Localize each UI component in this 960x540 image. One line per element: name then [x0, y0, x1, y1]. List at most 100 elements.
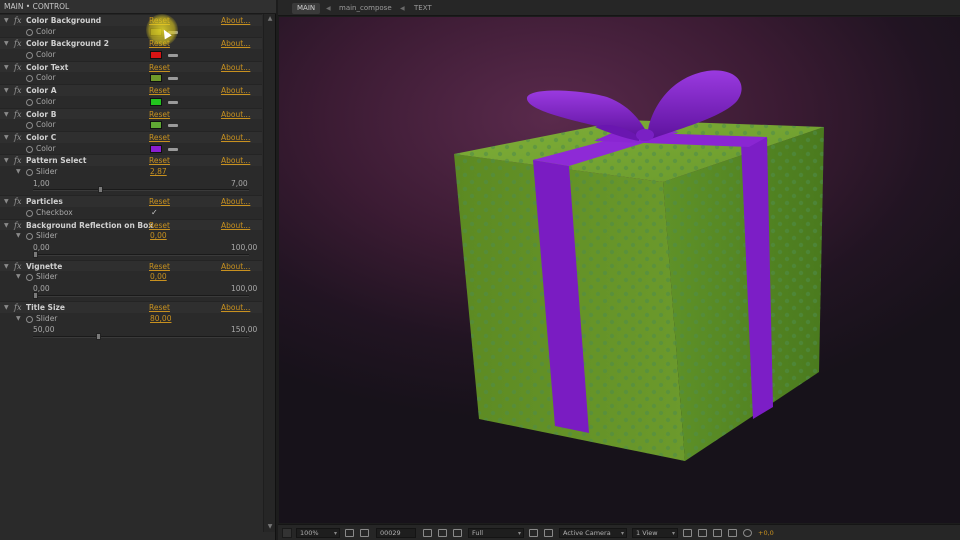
collapse-caret-icon[interactable]: ▼: [16, 166, 21, 178]
slider-range-row: 50,00 150,00: [0, 324, 262, 336]
mask-visibility-icon[interactable]: [360, 529, 369, 537]
collapse-caret-icon[interactable]: ▼: [16, 230, 21, 242]
flowchart-icon[interactable]: [728, 529, 737, 537]
stopwatch-icon[interactable]: [26, 122, 33, 130]
color-swatch[interactable]: [150, 121, 162, 130]
slider-value[interactable]: 80,00: [150, 313, 171, 325]
param-row-color: Color: [0, 49, 262, 61]
breadcrumb-main[interactable]: MAIN: [292, 3, 321, 14]
slider-min: 50,00: [33, 325, 55, 335]
eyedropper-icon[interactable]: [168, 77, 178, 81]
collapse-caret-icon[interactable]: ▼: [16, 313, 21, 325]
color-swatch[interactable]: [150, 74, 162, 83]
effect-row-color-text[interactable]: ▼ fx Color Text Reset About...: [0, 60, 262, 73]
effects-list: ▼fxColor BackgroundResetAbout...Color▼fx…: [0, 14, 262, 342]
effect-row-pattern-select[interactable]: ▼ fx Pattern Select Reset About...: [0, 154, 262, 166]
effect-row-color-b[interactable]: ▼ fx Color B Reset About...: [0, 107, 262, 120]
viewer-toolbar: 100% 00029 Full Active Camera 1 View +0,…: [278, 524, 960, 540]
show-snapshot-icon[interactable]: [438, 529, 447, 537]
color-swatch[interactable]: [150, 51, 162, 60]
slider-value[interactable]: 0,00: [150, 230, 167, 242]
checkbox-check-icon[interactable]: ✓: [151, 207, 158, 219]
breadcrumb-separator-icon: ◀: [400, 5, 405, 12]
effect-row-vignette[interactable]: ▼ fx Vignette Reset About...: [0, 259, 262, 272]
effect-row-color-c[interactable]: ▼ fx Color C Reset About...: [0, 130, 262, 143]
effect-row-background-reflection-on-box[interactable]: ▼ fx Background Reflection on Box Reset Abou…: [0, 218, 262, 231]
eyedropper-icon[interactable]: [168, 124, 178, 128]
always-preview-icon[interactable]: [282, 528, 292, 538]
slider-value[interactable]: 0,00: [150, 271, 167, 283]
slider-value[interactable]: 2,87: [150, 166, 167, 178]
eyedropper-icon[interactable]: [168, 100, 178, 104]
eyedropper-icon[interactable]: [168, 54, 178, 58]
snapshot-icon[interactable]: [423, 529, 432, 537]
timecode-field[interactable]: 00029: [376, 528, 416, 538]
stopwatch-icon[interactable]: [26, 233, 33, 241]
gift-box-render: [454, 70, 824, 461]
slider-track[interactable]: [33, 186, 249, 194]
pixel-aspect-icon[interactable]: [683, 529, 692, 537]
param-row-color: Color: [0, 119, 262, 131]
stopwatch-icon[interactable]: [26, 52, 33, 60]
timeline-icon[interactable]: [713, 529, 722, 537]
effect-row-title-size[interactable]: ▼ fx Title Size Reset About...: [0, 300, 262, 313]
slider-thumb[interactable]: [33, 291, 38, 299]
slider-track[interactable]: [33, 332, 249, 340]
panel-scrollbar[interactable]: ▲ ▼: [263, 14, 275, 532]
zoom-select[interactable]: 100%: [296, 528, 340, 538]
slider-max: 100,00: [231, 243, 258, 253]
stopwatch-icon[interactable]: [26, 75, 33, 83]
bow-knot: [636, 129, 654, 141]
channel-icon[interactable]: [453, 529, 462, 537]
color-swatch[interactable]: [150, 144, 162, 153]
param-row-color: Color: [0, 72, 262, 85]
slider-track[interactable]: [33, 250, 249, 258]
slider-thumb[interactable]: [33, 250, 38, 258]
eyedropper-icon[interactable]: [168, 147, 178, 151]
param-label: Color: [36, 73, 56, 83]
exposure-icon[interactable]: [743, 529, 752, 537]
view-layout-select[interactable]: 1 View: [632, 528, 678, 538]
slider-track[interactable]: [33, 291, 249, 299]
slider-thumb[interactable]: [98, 186, 103, 194]
scroll-up-icon[interactable]: ▲: [266, 15, 274, 23]
resolution-select[interactable]: Full: [468, 528, 524, 538]
effect-row-particles[interactable]: ▼ fx Particles Reset About...: [0, 195, 262, 207]
param-row-slider: ▼ Slider 80,00: [0, 312, 262, 325]
stopwatch-icon[interactable]: [26, 28, 33, 36]
param-label: Checkbox: [36, 208, 73, 217]
slider-range-row: 1,00 7,00: [0, 177, 262, 190]
slider-range-row: 0,00 100,00: [0, 283, 262, 295]
stopwatch-icon[interactable]: [26, 274, 33, 282]
effect-row-color-background-2[interactable]: ▼fxColor Background 2ResetAbout...: [0, 37, 262, 50]
effect-row-color-background[interactable]: ▼fxColor BackgroundResetAbout...: [0, 14, 262, 26]
param-row-color: Color: [0, 25, 262, 38]
param-row-checkbox: Checkbox ✓: [0, 207, 262, 219]
scroll-down-icon[interactable]: ▼: [266, 523, 274, 531]
stopwatch-icon[interactable]: [26, 210, 33, 217]
region-of-interest-icon[interactable]: [529, 529, 538, 537]
slider-range-row: 0,00 100,00: [0, 242, 262, 254]
slider-max: 7,00: [231, 178, 248, 188]
param-label: Color: [36, 143, 56, 153]
breadcrumb-text[interactable]: TEXT: [409, 3, 437, 14]
effect-row-color-a[interactable]: ▼ fx Color A Reset About...: [0, 84, 262, 96]
stopwatch-icon[interactable]: [26, 145, 33, 153]
safe-zones-icon[interactable]: [345, 529, 354, 537]
fast-previews-icon[interactable]: [698, 529, 707, 537]
panel-header: MAIN • CONTROL: [0, 0, 276, 14]
composition-viewer[interactable]: [279, 17, 960, 523]
param-label: Slider: [36, 313, 58, 323]
exposure-value[interactable]: +0,0: [758, 528, 774, 538]
slider-thumb[interactable]: [96, 332, 101, 340]
stopwatch-icon[interactable]: [26, 168, 33, 176]
param-label: Color: [36, 120, 56, 130]
breadcrumb-main-compose[interactable]: main_compose: [334, 3, 397, 14]
stopwatch-icon[interactable]: [26, 98, 33, 106]
stopwatch-icon[interactable]: [26, 315, 33, 323]
color-swatch[interactable]: [150, 97, 162, 106]
camera-select[interactable]: Active Camera: [559, 528, 627, 538]
transparency-grid-icon[interactable]: [544, 529, 553, 537]
slider-max: 150,00: [231, 325, 258, 335]
collapse-caret-icon[interactable]: ▼: [16, 271, 21, 283]
